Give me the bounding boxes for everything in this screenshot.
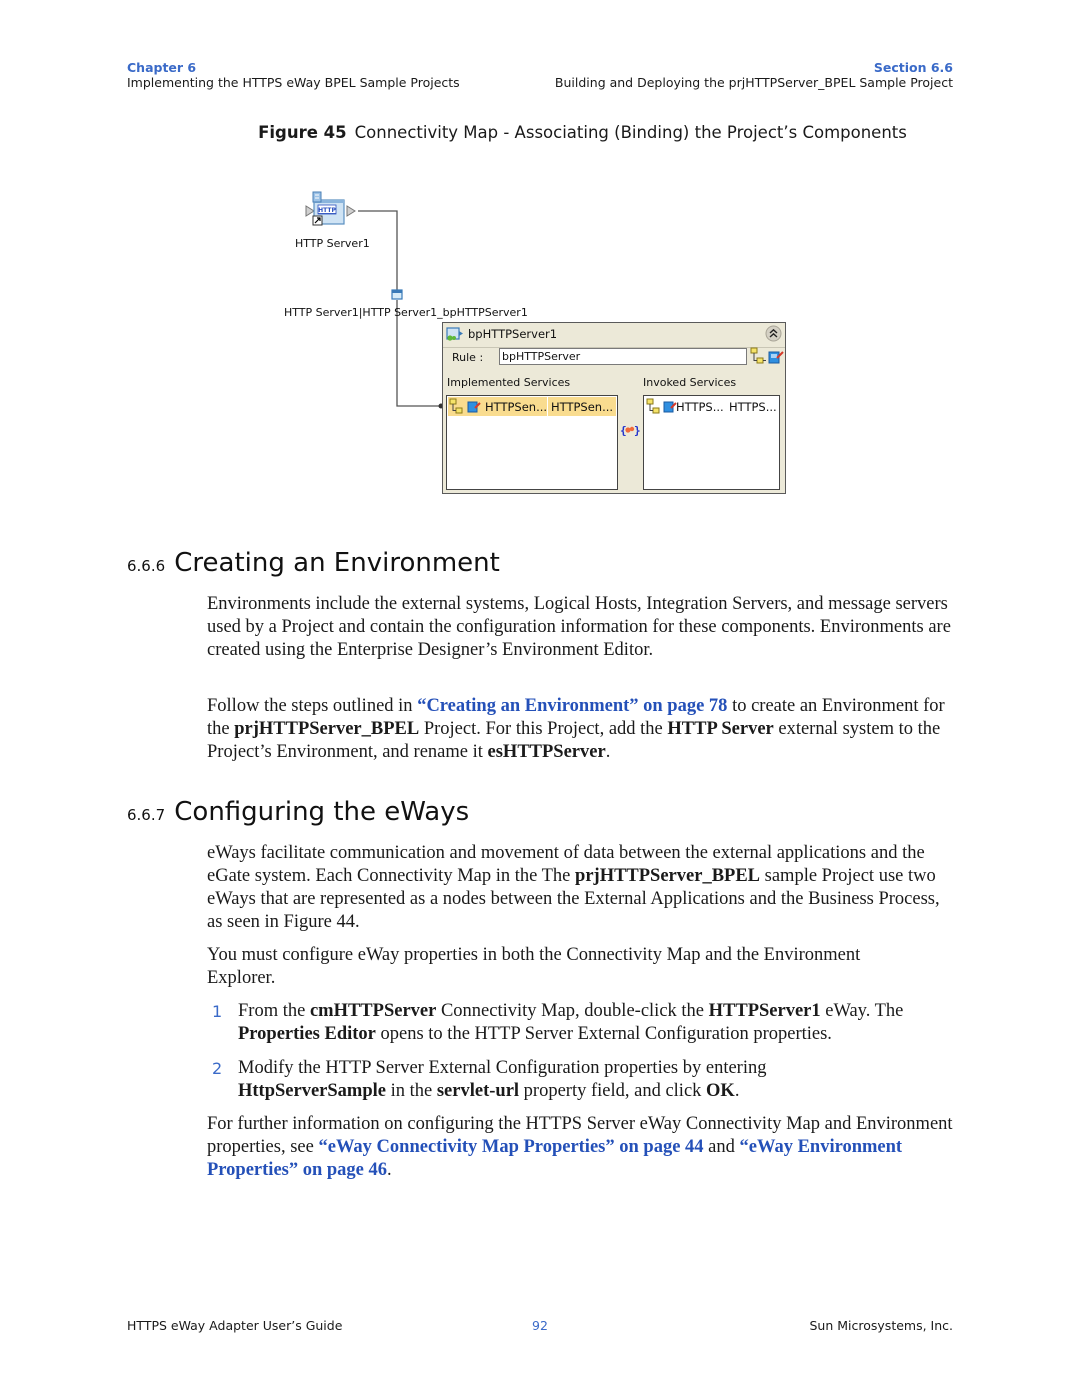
invoked-service-row[interactable]: HTTPS... HTTPS... [645, 397, 778, 416]
text-run: eWay. The [820, 1001, 904, 1021]
service-tree-icon [646, 398, 660, 414]
business-process-icon [446, 327, 463, 341]
bp-title: bpHTTPServer1 [468, 327, 558, 341]
paragraph: You must configure eWay properties in bo… [207, 945, 861, 988]
rule-tree-icon[interactable] [750, 347, 766, 365]
text-run: . [734, 1081, 740, 1101]
cross-reference-link[interactable]: “Creating an Environment” on page 78 [417, 696, 727, 716]
rule-value: bpHTTPServer [502, 350, 581, 363]
bold-term: HTTPServer1 [708, 1001, 821, 1021]
bp-title-row: bpHTTPServer1 [443, 323, 785, 345]
running-header-right: Section 6.6 Building and Deploying the p… [555, 60, 953, 90]
http-icon-label: HTTP [318, 207, 336, 214]
business-process-panel[interactable]: bpHTTPServer1 Rule : bpHTTPServer Implem… [442, 322, 786, 494]
paragraph: eWays facilitate communication and movem… [207, 842, 947, 934]
section-title: Creating an Environment [174, 548, 500, 578]
text-run: Modify the HTTP Server External Configur… [238, 1058, 767, 1078]
implemented-col1: HTTPSen... [485, 400, 548, 414]
implemented-service-row[interactable]: HTTPSen... HTTPSen... [448, 397, 616, 416]
bold-term: cmHTTPServer [309, 1001, 437, 1021]
chapter-label: Chapter 6 [127, 60, 197, 75]
service-tree-icon [449, 398, 463, 414]
step-item: 1 From the cmHTTPServer Connectivity Map… [207, 1000, 957, 1046]
bold-term: Properties Editor [238, 1024, 376, 1044]
step-number: 2 [212, 1059, 223, 1078]
bold-term: esHTTPServer [487, 742, 606, 762]
text-run: Project. For this Project, add the [419, 719, 668, 739]
text-run: Connectivity Map, double-click the [436, 1001, 709, 1021]
implemented-services-list[interactable]: HTTPSen... HTTPSen... [446, 395, 618, 490]
collapse-chevron-icon[interactable] [765, 325, 782, 342]
link-label: HTTP Server1|HTTP Server1_bpHTTPServer1 [284, 306, 528, 319]
service-edit-icon [663, 401, 677, 413]
paragraph: Environments include the external system… [207, 594, 951, 660]
section-title: Configuring the eWays [174, 797, 470, 827]
invoked-services-header: Invoked Services [643, 376, 737, 389]
invoked-services-list[interactable]: HTTPS... HTTPS... [643, 395, 780, 490]
figure-number: Figure 45 [258, 123, 347, 142]
implemented-services-header: Implemented Services [447, 376, 571, 389]
svg-text:}: } [634, 424, 641, 437]
bold-term: servlet-url [436, 1081, 520, 1101]
step-text: From the cmHTTPServer Connectivity Map, … [238, 1000, 957, 1046]
text-run: in the [385, 1081, 437, 1101]
bold-term: prjHTTPServer_BPEL [234, 719, 420, 739]
step-item: 2 Modify the HTTP Server External Config… [207, 1057, 867, 1103]
bold-term: OK [706, 1081, 735, 1101]
section-number: 6.6.7 [127, 806, 166, 824]
text-run: From the [238, 1001, 310, 1021]
link-node-icon[interactable] [391, 289, 403, 300]
service-edit-icon [467, 401, 481, 413]
figure-caption: Figure 45 Connectivity Map - Associating … [0, 123, 1080, 142]
figure-caption-text: Connectivity Map - Associating (Binding)… [354, 123, 907, 142]
text-run: and [703, 1137, 740, 1157]
section-title: Building and Deploying the prjHTTPServer… [554, 75, 953, 90]
section-number: 6.6.6 [127, 557, 166, 575]
invoked-col2: HTTPS... [729, 400, 777, 414]
text-run: . [387, 1160, 392, 1180]
footer-company: Sun Microsystems, Inc. [809, 1318, 954, 1333]
bold-term: HTTP Server [667, 719, 774, 739]
step-number: 1 [212, 1002, 223, 1021]
cross-reference-link[interactable]: “eWay Connectivity Map Properties” on pa… [318, 1137, 703, 1157]
invoked-col1: HTTPS... [676, 400, 724, 414]
chapter-title: Implementing the HTTPS eWay BPEL Sample … [127, 75, 460, 90]
column-divider [547, 397, 548, 416]
text-run: . [605, 742, 611, 762]
connector-line-top [358, 210, 398, 293]
text-run: property field, and click [519, 1081, 707, 1101]
rule-input[interactable]: bpHTTPServer [499, 348, 747, 365]
text-run: opens to the HTTP Server External Config… [375, 1024, 832, 1044]
implemented-col2: HTTPSen... [551, 400, 614, 414]
eway-name-label: HTTP Server1 [295, 237, 370, 250]
section-heading-666: 6.6.6 Creating an Environment [127, 548, 500, 578]
bold-term: prjHTTPServer_BPEL [575, 866, 761, 886]
rule-label: Rule : [452, 351, 484, 364]
text-run: Follow the steps outlined in [207, 696, 418, 716]
binding-link-icon[interactable]: { } [619, 423, 641, 437]
rule-edit-icon[interactable] [768, 349, 784, 365]
bold-term: HttpServerSample [238, 1081, 386, 1101]
step-text: Modify the HTTP Server External Configur… [238, 1057, 867, 1103]
paragraph: Follow the steps outlined in “Creating a… [207, 695, 957, 764]
section-label: Section 6.6 [873, 60, 953, 75]
running-header-left: Chapter 6 Implementing the HTTPS eWay BP… [127, 60, 460, 90]
paragraph: For further information on configuring t… [207, 1113, 962, 1182]
section-heading-667: 6.6.7 Configuring the eWays [127, 797, 469, 827]
